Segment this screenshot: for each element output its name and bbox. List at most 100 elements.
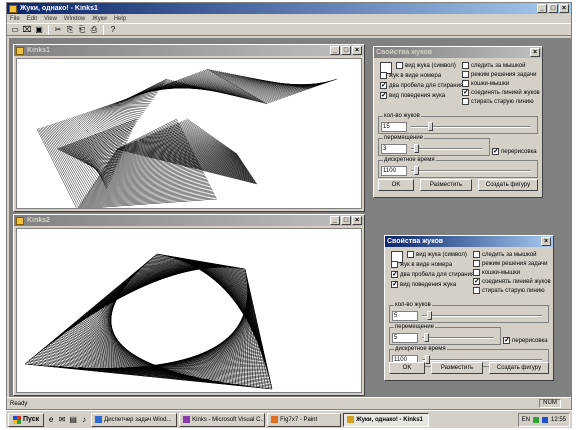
maximize-button[interactable]: □ xyxy=(341,216,351,225)
menu-item-edit[interactable]: Edit xyxy=(27,16,37,22)
checkbox-box[interactable] xyxy=(391,261,398,268)
checkbox-box[interactable]: ✓ xyxy=(380,92,387,99)
checkbox-box[interactable] xyxy=(380,72,387,79)
print-icon[interactable]: ⎙ xyxy=(89,25,99,35)
close-button[interactable]: × xyxy=(352,216,362,225)
checkbox-box[interactable] xyxy=(473,260,480,267)
new-file-icon[interactable]: ▭ xyxy=(10,25,20,35)
child-titlebar[interactable]: Kinks2 _ □ × xyxy=(14,215,364,226)
bug-properties-dialog-2[interactable]: Свойства жуков × вид жука (символ) жук в ви… xyxy=(384,235,554,381)
menu-item-help[interactable]: Help xyxy=(114,16,126,22)
count-slider-thumb[interactable] xyxy=(426,311,432,320)
taskbar-button-3[interactable]: Жуки, однако! - Kinks1 xyxy=(343,412,430,427)
media-icon[interactable]: ♪ xyxy=(79,415,89,425)
ok-button[interactable]: OK xyxy=(378,179,414,191)
count-value-field[interactable]: 5 xyxy=(392,311,418,321)
checkbox-box[interactable] xyxy=(396,62,403,69)
checkbox-left-0[interactable]: вид жука (символ) xyxy=(407,251,467,258)
checkbox-right-4[interactable]: стирать старую линию xyxy=(462,98,534,105)
open-folder-icon[interactable]: ⌧ xyxy=(22,25,32,35)
outlook-icon[interactable]: ✉ xyxy=(57,415,67,425)
checkbox-left-3[interactable]: ✓ вид поведения жука xyxy=(391,281,456,288)
time-slider-thumb[interactable] xyxy=(425,355,431,364)
maximize-button[interactable]: □ xyxy=(548,4,558,13)
checkbox-box[interactable]: ✓ xyxy=(391,281,398,288)
ie-icon[interactable]: e xyxy=(46,415,56,425)
checkbox-right-1[interactable]: режим решения задачи xyxy=(462,71,536,78)
move-slider-track[interactable] xyxy=(411,148,483,150)
checkbox-left-1[interactable]: жук в виде номера xyxy=(380,72,441,79)
close-button[interactable]: × xyxy=(352,46,362,55)
minimize-button[interactable]: _ xyxy=(330,46,340,55)
taskbar-button-2[interactable]: Fig7x7 - Paint xyxy=(267,412,342,427)
checkbox-right-3[interactable]: ✓ соединять линией жуков xyxy=(462,89,540,96)
volume-icon[interactable] xyxy=(541,416,548,423)
dialog-titlebar[interactable]: Свойства жуков × xyxy=(374,47,542,58)
minimize-button[interactable]: _ xyxy=(537,4,547,13)
move-slider-thumb[interactable] xyxy=(424,333,429,342)
close-button[interactable]: × xyxy=(530,48,540,57)
child-window-kinks2[interactable]: Kinks2 _ □ × xyxy=(13,214,365,396)
child-titlebar[interactable]: Kinks1 _ □ × xyxy=(14,45,364,56)
main-titlebar[interactable]: Жуки, однако! - Kinks1 _ □ × xyxy=(7,3,571,14)
checkbox-box[interactable] xyxy=(473,251,480,258)
checkbox-right-2[interactable]: кошки-мышки xyxy=(462,80,509,87)
menu-item-file[interactable]: File xyxy=(10,16,20,22)
time-value-field[interactable]: 1100 xyxy=(381,166,407,176)
copy-icon[interactable]: ⎘ xyxy=(65,25,75,35)
cut-icon[interactable]: ✂ xyxy=(53,25,63,35)
checkbox-box[interactable] xyxy=(462,98,469,105)
checkbox-left-0[interactable]: вид жука (символ) xyxy=(396,62,456,69)
checkbox-right-2[interactable]: кошки-мышки xyxy=(473,269,520,276)
checkbox-box[interactable]: ✓ xyxy=(503,337,510,344)
network-icon[interactable] xyxy=(532,416,539,423)
checkbox-left-2[interactable]: ✓ два пробела для стирания xyxy=(380,82,463,89)
move-slider-track[interactable] xyxy=(422,337,494,339)
checkbox-box[interactable]: ✓ xyxy=(473,278,480,285)
ok-button[interactable]: OK xyxy=(389,362,425,374)
checkbox-left-3[interactable]: ✓ вид поведения жука xyxy=(380,92,445,99)
drawing-canvas[interactable] xyxy=(16,58,362,209)
checkbox-box[interactable] xyxy=(407,251,414,258)
checkbox-box[interactable]: ✓ xyxy=(462,89,469,96)
checkbox-box[interactable]: ✓ xyxy=(492,148,499,155)
shape-button[interactable]: Создать фигуру xyxy=(478,179,538,191)
count-slider-track[interactable] xyxy=(422,315,542,317)
checkbox-box[interactable]: ✓ xyxy=(391,271,398,278)
checkbox-box[interactable] xyxy=(462,80,469,87)
checkbox-box[interactable] xyxy=(462,71,469,78)
taskbar-button-0[interactable]: Диспетчер задач Wind... xyxy=(91,412,178,427)
child-window-kinks1[interactable]: Kinks1 _ □ × xyxy=(13,44,365,212)
start-button[interactable]: Пуск xyxy=(8,412,45,427)
dialog-titlebar[interactable]: Свойства жуков × xyxy=(385,236,553,247)
checkbox-right-3[interactable]: ✓ соединять линией жуков xyxy=(473,278,551,285)
help-icon[interactable]: ? xyxy=(108,25,118,35)
checkbox-left-2[interactable]: ✓ два пробела для стирания xyxy=(391,271,474,278)
time-slider-thumb[interactable] xyxy=(414,166,420,175)
maximize-button[interactable]: □ xyxy=(341,46,351,55)
count-value-field[interactable]: 15 xyxy=(381,122,407,132)
shape-button[interactable]: Создать фигуру xyxy=(489,362,549,374)
close-button[interactable]: × xyxy=(541,237,551,246)
menu-item-жуки[interactable]: Жуки xyxy=(92,16,106,22)
checkbox-box[interactable] xyxy=(462,62,469,69)
checkbox-right-4[interactable]: стирать старую линию xyxy=(473,287,545,294)
checkbox-box[interactable] xyxy=(473,287,480,294)
arrange-button[interactable]: Разместить xyxy=(431,362,483,374)
time-slider-track[interactable] xyxy=(411,170,531,172)
checkbox-right-0[interactable]: следить за мышкой xyxy=(473,251,537,258)
drawing-canvas[interactable] xyxy=(16,228,362,393)
checkbox-right-1[interactable]: режим решения задачи xyxy=(473,260,547,267)
close-button[interactable]: × xyxy=(559,4,569,13)
move-value-field[interactable]: 3 xyxy=(381,144,407,154)
count-slider-thumb[interactable] xyxy=(428,122,434,131)
menu-item-window[interactable]: Window xyxy=(64,16,85,22)
language-indicator[interactable]: EN xyxy=(522,417,530,423)
redraw-checkbox[interactable]: ✓ перерисовка xyxy=(492,148,537,155)
desktop-icon[interactable]: ▤ xyxy=(68,415,78,425)
time-slider-track[interactable] xyxy=(422,359,542,361)
taskbar-button-1[interactable]: Kinks - Microsoft Visual C... xyxy=(179,412,266,427)
minimize-button[interactable]: _ xyxy=(330,216,340,225)
redraw-checkbox[interactable]: ✓ перерисовка xyxy=(503,337,548,344)
checkbox-left-1[interactable]: жук в виде номера xyxy=(391,261,452,268)
